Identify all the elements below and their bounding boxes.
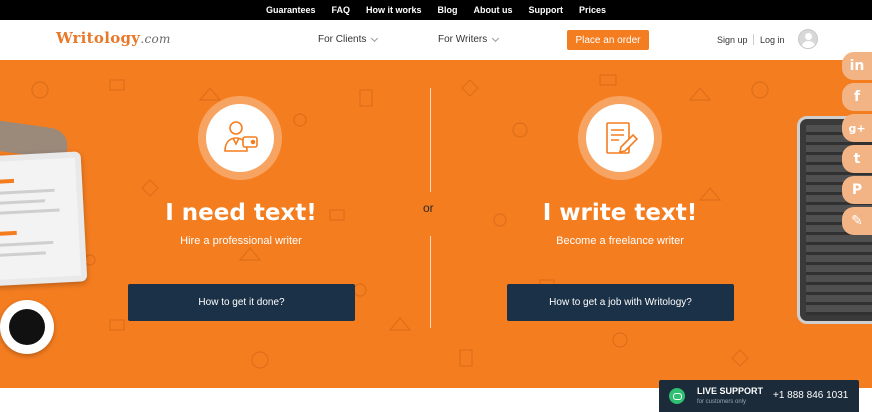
avatar[interactable]: [798, 29, 818, 49]
document-pen-icon: [586, 104, 654, 172]
top-nav-bar: Guarantees FAQ How it works Blog About u…: [0, 0, 872, 20]
top-nav-about-us[interactable]: About us: [466, 5, 521, 15]
edit-icon[interactable]: ✎: [842, 207, 872, 235]
log-in-link[interactable]: Log in: [760, 35, 785, 45]
tablet-decoration: [0, 151, 88, 287]
for-clients-dropdown[interactable]: For Clients: [318, 34, 379, 45]
coffee-cup-decoration: [0, 300, 54, 354]
top-nav-faq[interactable]: FAQ: [323, 5, 358, 15]
how-to-get-it-done-button[interactable]: How to get it done?: [128, 284, 355, 321]
for-writers-label: For Writers: [438, 34, 488, 45]
how-to-get-a-job-button[interactable]: How to get a job with Writology?: [507, 284, 734, 321]
google-plus-icon[interactable]: g+: [842, 114, 872, 142]
vertical-divider-top: [430, 88, 431, 192]
chevron-down-icon: [492, 34, 500, 42]
right-title: I write text!: [542, 200, 698, 226]
top-nav-guarantees[interactable]: Guarantees: [258, 5, 324, 15]
top-nav-support[interactable]: Support: [521, 5, 572, 15]
linkedin-icon[interactable]: in: [842, 52, 872, 80]
tumblr-icon[interactable]: t: [842, 145, 872, 173]
vertical-divider-bottom: [430, 236, 431, 328]
for-writers-dropdown[interactable]: For Writers: [438, 34, 500, 45]
pinterest-icon[interactable]: P: [842, 176, 872, 204]
left-subtitle: Hire a professional writer: [180, 235, 302, 247]
left-title: I need text!: [165, 200, 317, 226]
businessman-wallet-icon: [206, 104, 274, 172]
site-header: Writology.com For Clients For Writers Pl…: [0, 20, 872, 60]
page: Guarantees FAQ How it works Blog About u…: [0, 0, 872, 412]
live-support-subtitle: for customers only: [697, 399, 747, 405]
chevron-down-icon: [371, 34, 379, 42]
hero-section: or I need text! Hire a professional writ…: [0, 60, 872, 388]
top-nav-prices[interactable]: Prices: [571, 5, 614, 15]
chat-icon: [669, 388, 685, 404]
logo-text: Writology: [56, 29, 141, 47]
for-clients-label: For Clients: [318, 34, 367, 45]
logo[interactable]: Writology.com: [56, 29, 171, 47]
support-phone[interactable]: +1 888 846 1031: [773, 390, 848, 401]
live-support-title: LIVE SUPPORT: [697, 386, 764, 396]
right-subtitle: Become a freelance writer: [556, 235, 684, 247]
or-label: or: [423, 201, 434, 215]
top-nav-how-it-works[interactable]: How it works: [358, 5, 430, 15]
sign-up-link[interactable]: Sign up: [717, 35, 748, 45]
place-order-button[interactable]: Place an order: [567, 30, 649, 50]
facebook-icon[interactable]: f: [842, 83, 872, 111]
live-support-widget[interactable]: LIVE SUPPORT for customers only +1 888 8…: [659, 380, 859, 412]
logo-suffix: .com: [140, 32, 171, 46]
header-separator: [753, 34, 754, 45]
top-nav-blog[interactable]: Blog: [430, 5, 466, 15]
